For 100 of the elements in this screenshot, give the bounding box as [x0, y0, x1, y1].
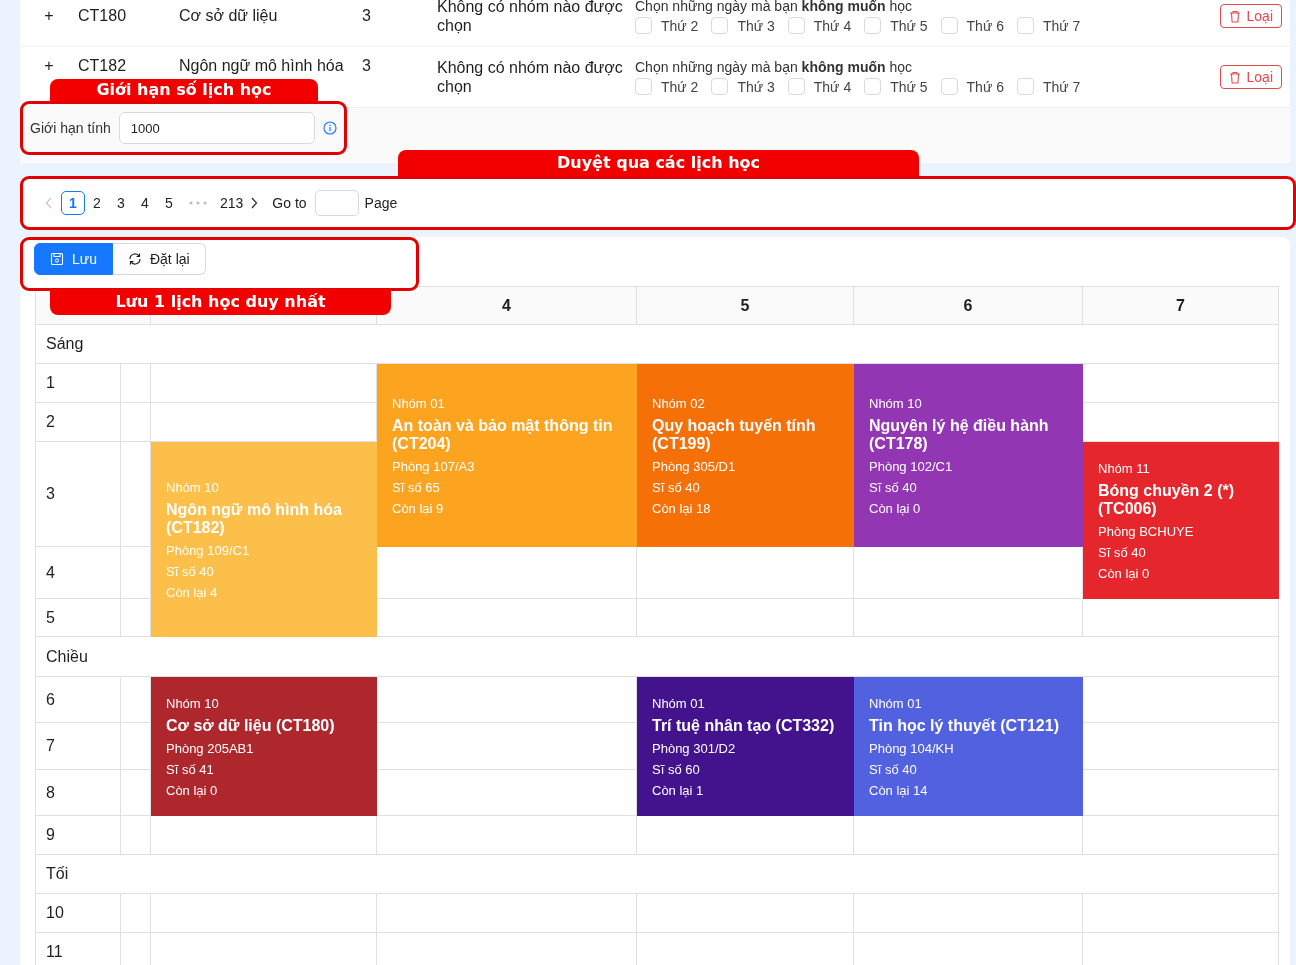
day-checkbox[interactable]	[787, 17, 805, 34]
header-cell: 7	[1083, 287, 1279, 325]
day-label: Thứ 3	[737, 17, 775, 34]
room-label: Phòng 305/D1	[652, 458, 737, 474]
timetable-cell	[121, 723, 151, 770]
class-size: Sĩ số 40	[652, 479, 701, 495]
course-code: CT180	[78, 7, 128, 25]
day-checkbox[interactable]	[635, 17, 652, 34]
day-label: Thứ 6	[966, 78, 1004, 95]
annotation-label: Lưu 1 lịch học duy nhất	[50, 289, 391, 315]
page-number[interactable]: 4	[133, 191, 157, 215]
room-label: Phòng 109/C1	[166, 542, 251, 558]
day-label: Thứ 7	[1042, 17, 1081, 34]
group-label: Nhóm 01	[652, 695, 706, 711]
room-label: Phòng 104/KH	[869, 740, 955, 756]
day-checkbox[interactable]	[711, 78, 729, 95]
day-checkbox[interactable]	[711, 17, 729, 34]
remaining-seats: Còn lại 0	[1098, 565, 1264, 581]
class-size: Sĩ số 41	[166, 761, 215, 777]
period-number: 4	[36, 547, 121, 599]
page-number[interactable]: 2	[85, 191, 109, 215]
day-checkbox[interactable]	[1016, 17, 1034, 34]
day-label: Thứ 5	[890, 78, 928, 95]
timetable-cell	[121, 599, 151, 637]
class-block[interactable]: Nhóm 01 Trí tuệ nhân tạo (CT332) Phòng 301/D2 Sĩ số 60 Còn lại 1	[637, 677, 854, 816]
day-checkbox[interactable]	[940, 78, 958, 95]
class-size: Sĩ số 60	[652, 761, 701, 777]
day-checkbox[interactable]	[940, 17, 958, 34]
header-cell: 4	[377, 287, 637, 325]
group-label: Nhóm 01	[869, 695, 923, 711]
remaining-seats: Còn lại 1	[652, 782, 839, 798]
day-label: Thứ 5	[890, 17, 928, 34]
class-size: Sĩ số 40	[166, 563, 215, 579]
period-number: 1	[36, 364, 121, 403]
reset-button[interactable]: Đặt lại	[112, 243, 206, 275]
page-number[interactable]: 3	[109, 191, 133, 215]
class-block[interactable]: Nhóm 10 Cơ sở dữ liệu (CT180) Phòng 205AB1 Sĩ số 41 Còn lại 0	[151, 677, 377, 816]
class-size: Sĩ số 65	[392, 479, 441, 495]
day-label: Thứ 4	[813, 78, 852, 95]
remaining-seats: Còn lại 0	[166, 782, 362, 798]
room-label: Phòng BCHUYE	[1098, 523, 1195, 539]
remaining-seats: Còn lại 18	[652, 500, 839, 516]
class-title: Cơ sở dữ liệu (CT180)	[166, 716, 336, 735]
class-title: An toàn và bảo mật thông tin (CT204)	[392, 416, 614, 453]
room-label: Phòng 102/C1	[869, 458, 954, 474]
page-number[interactable]: 5	[157, 191, 181, 215]
class-title: Trí tuệ nhân tạo (CT332)	[652, 716, 836, 735]
period-number: 9	[36, 816, 121, 855]
trash-icon	[1228, 9, 1241, 23]
expand-toggle[interactable]: +	[40, 57, 58, 75]
limit-field[interactable]: 1000	[118, 112, 315, 144]
period-number: 11	[36, 933, 121, 965]
go-to-label: Go to	[272, 195, 307, 211]
info-icon[interactable]	[322, 121, 337, 135]
class-block[interactable]: Nhóm 10 Nguyên lý hệ điều hành (CT178) Phòng 102/C1 Sĩ số 40 Còn lại 0	[854, 364, 1083, 547]
period-number: 3	[36, 442, 121, 547]
header-cell: 6	[854, 287, 1083, 325]
page-number[interactable]: 1	[61, 191, 85, 215]
group-status: Không có nhóm nào được chọn	[437, 0, 624, 35]
day-label: Thứ 7	[1042, 78, 1081, 95]
room-label: Phòng 301/D2	[652, 740, 737, 756]
trash-icon	[1228, 70, 1241, 84]
class-size: Sĩ số 40	[869, 761, 918, 777]
timetable-cell	[121, 770, 151, 816]
day-checkbox[interactable]	[787, 78, 805, 95]
day-checkbox[interactable]	[864, 78, 882, 95]
day-label: Thứ 2	[661, 78, 699, 95]
day-checkbox[interactable]	[864, 17, 882, 34]
credit-count: 3	[362, 57, 372, 75]
page-number[interactable]: 213	[215, 191, 249, 215]
period-number: 10	[36, 894, 121, 933]
ellipsis-icon[interactable]	[189, 201, 207, 205]
course-name: Ngôn ngữ mô hình hóa	[179, 57, 345, 75]
day-checkbox[interactable]	[1016, 78, 1034, 95]
group-label: Nhóm 11	[1098, 460, 1151, 476]
remaining-seats: Còn lại 4	[166, 584, 362, 600]
class-title: Tin học lý thuyết (CT121)	[869, 716, 1060, 735]
day-checkbox[interactable]	[635, 78, 652, 95]
header-cell: 5	[637, 287, 854, 325]
timetable-cell	[121, 403, 151, 442]
remove-button[interactable]: Loại	[1219, 4, 1282, 28]
timetable-cell	[121, 364, 151, 403]
day-label: Thứ 3	[737, 78, 775, 95]
remove-button[interactable]: Loại	[1219, 65, 1282, 89]
period-number: 2	[36, 403, 121, 442]
period-number: 7	[36, 723, 121, 770]
next-page-icon[interactable]	[250, 197, 259, 209]
group-label: Nhóm 10	[166, 695, 220, 711]
timetable-cell	[121, 816, 151, 855]
class-size: Sĩ số 40	[869, 479, 918, 495]
period-number: 5	[36, 599, 121, 637]
class-block[interactable]: Nhóm 01 Tin học lý thuyết (CT121) Phòng 104/KH Sĩ số 40 Còn lại 14	[854, 677, 1083, 816]
expand-toggle[interactable]: +	[40, 7, 58, 25]
page-field[interactable]	[314, 190, 359, 216]
page-label: Page	[364, 195, 398, 211]
save-button[interactable]: Lưu	[34, 243, 113, 275]
refresh-icon	[127, 252, 142, 266]
class-size: Sĩ số 40	[1098, 544, 1147, 560]
period-number: 8	[36, 770, 121, 816]
class-block[interactable]: Nhóm 11 Bóng chuyền 2 (*) (TC006) Phòng BCHUYE Sĩ số 40 Còn lại 0	[1083, 442, 1279, 599]
